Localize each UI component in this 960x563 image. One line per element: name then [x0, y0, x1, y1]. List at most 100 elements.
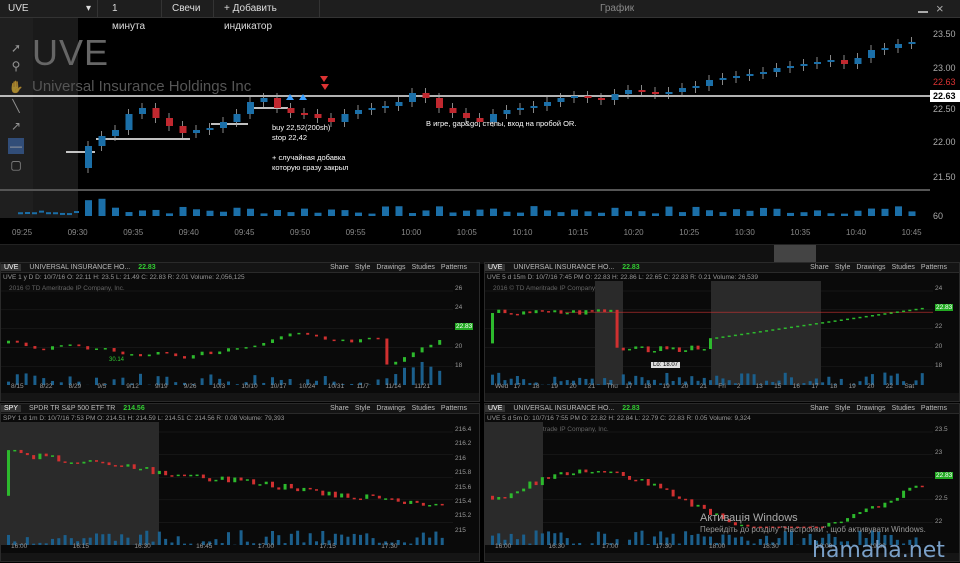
- panel-tab[interactable]: Drawings: [376, 405, 405, 412]
- panel-tab[interactable]: Style: [355, 264, 371, 271]
- site-watermark: hamaha.net: [812, 538, 945, 563]
- panel-tab[interactable]: Studies: [412, 405, 435, 412]
- panel-header: UVE UNIVERSAL INSURANCE HO... 22.83 Shar…: [1, 263, 479, 273]
- time-tick: 10:10: [512, 228, 532, 237]
- panel-symbol[interactable]: UVE: [485, 405, 505, 412]
- candle-body: [423, 93, 430, 98]
- panel-scrollbar[interactable]: [1, 553, 479, 561]
- candle-body: [877, 506, 880, 508]
- time-tick: 17:00: [602, 543, 618, 550]
- candle-body: [209, 352, 212, 354]
- candle-body: [622, 348, 625, 351]
- panel-tab[interactable]: Studies: [412, 264, 435, 271]
- panel-tab[interactable]: Studies: [892, 264, 915, 271]
- time-tick: 8/15: [11, 383, 24, 390]
- candle-body: [126, 114, 133, 130]
- candle-body: [409, 501, 412, 504]
- y-tick: 216.2: [455, 440, 471, 447]
- chart-style-select[interactable]: Свечи: [164, 0, 214, 18]
- candle-body: [421, 347, 424, 352]
- candle-body: [531, 106, 538, 108]
- candle-body: [902, 311, 905, 313]
- panel-tab[interactable]: Studies: [892, 405, 915, 412]
- candle-body: [218, 352, 221, 355]
- candle-body: [165, 352, 168, 354]
- volume-bar: [193, 209, 200, 216]
- candle-body: [571, 96, 578, 98]
- y-tick: 215: [455, 527, 466, 534]
- volume-bar: [733, 209, 740, 216]
- panel-tab[interactable]: Patterns: [921, 405, 947, 412]
- chart-panel-3[interactable]: SPY SPDR TR S&P 500 ETF TR 214.56 ShareS…: [0, 403, 480, 562]
- candle-body: [640, 346, 643, 348]
- close-icon[interactable]: ×: [936, 1, 944, 17]
- volume-bar: [53, 212, 58, 214]
- time-tick: 10/3: [213, 383, 226, 390]
- volume-bar: [274, 210, 281, 216]
- candle-body: [114, 465, 117, 467]
- panel-tab[interactable]: Share: [810, 264, 829, 271]
- panel-tab[interactable]: Patterns: [441, 264, 467, 271]
- volume-bar: [261, 213, 268, 216]
- panel-tab[interactable]: Share: [810, 405, 829, 412]
- candle-body: [846, 319, 849, 321]
- panel-candles: [1, 281, 453, 385]
- candle-body: [220, 122, 227, 128]
- chart-panel-1[interactable]: UVE UNIVERSAL INSURANCE HO... 22.83 Shar…: [0, 262, 480, 402]
- panel-tab[interactable]: Share: [330, 405, 349, 412]
- candle-body: [609, 472, 612, 474]
- panel-symbol[interactable]: SPY: [1, 405, 21, 412]
- panel-tab[interactable]: Style: [835, 264, 851, 271]
- minimize-button[interactable]: [918, 3, 928, 13]
- main-chart[interactable]: UVE Universal Insurance Holdings Inc buy…: [0, 18, 960, 248]
- panel-info: SPY 1 d 1m D: 10/7/16 7:53 PM O: 214.51 …: [3, 415, 453, 422]
- event-badge[interactable]: 30.14: [109, 357, 124, 363]
- volume-bar: [450, 212, 457, 216]
- candle-body: [290, 484, 293, 488]
- panel-tab[interactable]: Drawings: [376, 264, 405, 271]
- candle-body: [409, 93, 416, 102]
- panel-tab[interactable]: Style: [355, 405, 371, 412]
- panel-scrollbar[interactable]: [1, 393, 479, 401]
- candle-body: [99, 136, 106, 146]
- chart-panel-2[interactable]: UVE UNIVERSAL INSURANCE HO... 22.83 Shar…: [484, 262, 960, 402]
- candle-body: [33, 346, 36, 349]
- candle-body: [666, 92, 673, 94]
- candle-body: [280, 336, 283, 339]
- candle-body: [214, 480, 217, 482]
- time-tick: 09:25: [12, 228, 32, 237]
- panel-scrollbar[interactable]: [485, 393, 959, 401]
- candle-body: [560, 310, 563, 313]
- panel-tab[interactable]: Style: [835, 405, 851, 412]
- time-tick: 09:55: [346, 228, 366, 237]
- panel-symbol[interactable]: UVE: [485, 264, 505, 271]
- candle-body: [289, 333, 292, 336]
- note-buy: buy 22,52(200sh): [272, 123, 330, 132]
- panel-tab[interactable]: Share: [330, 264, 349, 271]
- navigator-strip[interactable]: [0, 244, 960, 264]
- panel-tab[interactable]: Drawings: [856, 264, 885, 271]
- y-tick: 23.50: [930, 28, 960, 40]
- candle-body: [877, 314, 880, 316]
- y-tick: 20: [455, 343, 462, 350]
- panel-name: SPDR TR S&P 500 ETF TR: [29, 405, 115, 412]
- candle-body: [921, 308, 924, 310]
- add-indicator-button[interactable]: + Добавить индикатор: [216, 0, 320, 18]
- candle-body: [896, 498, 899, 501]
- y-tick: 215.6: [455, 484, 471, 491]
- panel-tab[interactable]: Patterns: [441, 405, 467, 412]
- buy-arrow: [286, 94, 294, 100]
- symbol-input[interactable]: UVE▾: [0, 0, 98, 18]
- candle-body: [603, 471, 606, 473]
- candle-body: [802, 325, 805, 327]
- candle-body: [834, 522, 837, 524]
- candle-body: [42, 349, 45, 351]
- time-tick: 16:30: [134, 543, 150, 550]
- interval-select[interactable]: 1 минута: [104, 0, 162, 18]
- volume-bar: [571, 210, 578, 216]
- candle-body: [390, 498, 393, 500]
- candle-body: [236, 348, 239, 350]
- panel-tab[interactable]: Drawings: [856, 405, 885, 412]
- panel-tab[interactable]: Patterns: [921, 264, 947, 271]
- panel-symbol[interactable]: UVE: [1, 264, 21, 271]
